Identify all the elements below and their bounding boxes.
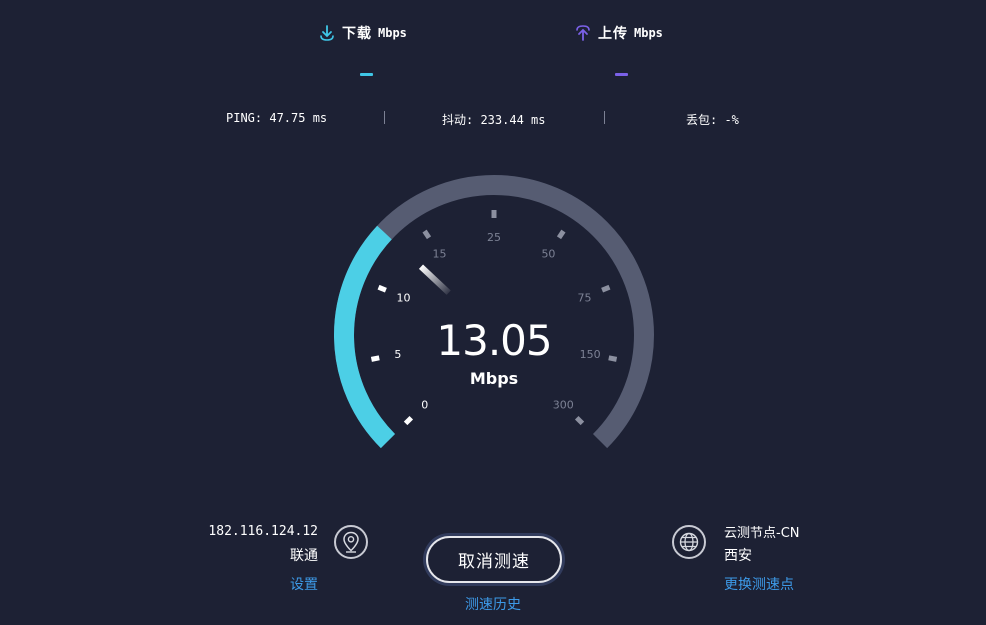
change-server-link[interactable]: 更换测速点 — [724, 574, 794, 594]
gauge-progress — [334, 225, 396, 449]
settings-link[interactable]: 设置 — [290, 574, 318, 594]
cancel-test-button[interactable]: 取消测速 — [426, 536, 562, 583]
gauge-tick-label: 15 — [433, 248, 447, 261]
server-node-name: 云测节点-CN — [724, 526, 800, 541]
client-isp: 联通 — [290, 548, 318, 564]
globe-icon — [672, 525, 706, 559]
gauge-tick — [377, 284, 387, 293]
gauge-tick — [574, 415, 585, 426]
gauge-tick-label: 300 — [553, 398, 574, 411]
location-pin-icon — [334, 525, 368, 559]
gauge-tick — [601, 284, 611, 293]
speed-gauge: 051015255075150300 — [334, 175, 654, 449]
gauge-track — [334, 175, 654, 449]
gauge-tick-label: 25 — [487, 231, 501, 244]
gauge-tick — [403, 415, 414, 426]
gauge-needle — [418, 264, 451, 295]
test-history-link[interactable]: 测速历史 — [465, 594, 521, 614]
gauge-tick-label: 50 — [541, 248, 555, 261]
gauge-tick-label: 75 — [578, 291, 592, 304]
gauge-tick — [608, 355, 618, 362]
speed-unit: Mbps — [469, 369, 519, 388]
gauge-tick — [422, 229, 432, 240]
speed-readout: 13.05 — [436, 316, 552, 365]
gauge-tick-label: 0 — [421, 398, 428, 411]
gauge-tick — [370, 355, 380, 362]
client-ip: 182.116.124.12 — [208, 524, 318, 539]
server-city: 西安 — [724, 548, 752, 564]
gauge-tick-label: 10 — [396, 291, 410, 304]
gauge-tick — [556, 229, 566, 240]
